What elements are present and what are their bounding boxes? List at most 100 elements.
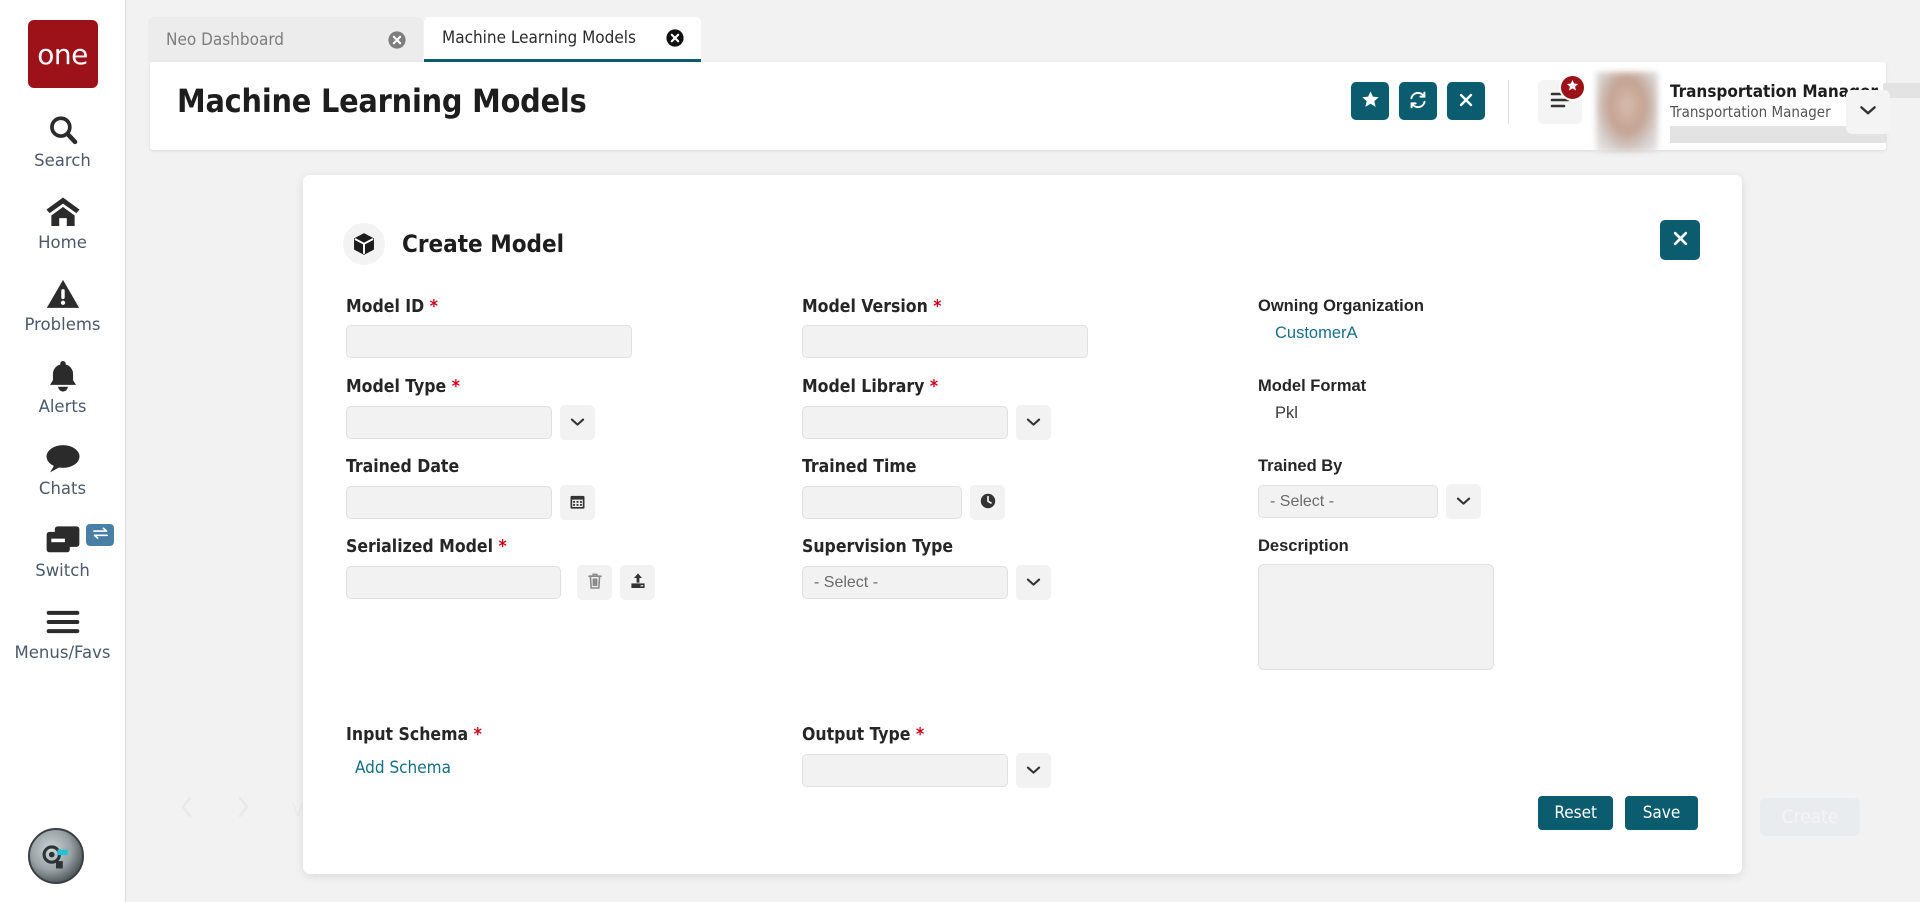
- star-icon: [1566, 79, 1579, 97]
- sidebar-item-search[interactable]: Search: [0, 112, 125, 170]
- field-label: Model Version *: [802, 297, 942, 317]
- header-menu-badge: [1559, 74, 1586, 101]
- close-circle-icon[interactable]: [387, 30, 407, 50]
- sidebar-item-label: Home: [38, 233, 87, 252]
- sidebar-item-menus-favs[interactable]: Menus/Favs: [0, 604, 125, 662]
- calendar-icon: [569, 493, 586, 513]
- chevron-left-icon[interactable]: [180, 796, 194, 823]
- serialized-model-upload-button[interactable]: [620, 565, 655, 600]
- reset-button[interactable]: Reset: [1538, 796, 1613, 830]
- required-marker: *: [429, 297, 438, 317]
- model-format-value: Pkl: [1275, 404, 1298, 422]
- close-page-button[interactable]: [1447, 82, 1485, 120]
- chevron-down-icon: [1456, 494, 1471, 509]
- sidebar-item-alerts[interactable]: Alerts: [0, 358, 125, 416]
- ai-assistant-avatar[interactable]: [28, 828, 84, 884]
- left-navigation-rail: one Search Home Problems Alerts Chats Sw…: [0, 0, 126, 902]
- field-label: Supervision Type: [802, 537, 954, 557]
- page-header: Machine Learning Models Transportation M…: [150, 62, 1920, 152]
- output-type-dropdown-button[interactable]: [1016, 753, 1051, 788]
- field-label: Model Type *: [346, 377, 460, 397]
- dialog-title: Create Model: [402, 230, 565, 258]
- field-trained-time: Trained Time: [802, 457, 1005, 520]
- trained-date-picker-button[interactable]: [560, 485, 595, 520]
- header-action-buttons: [1351, 82, 1485, 120]
- model-version-input[interactable]: [802, 325, 1088, 358]
- favorite-button[interactable]: [1351, 82, 1389, 120]
- field-model-type: Model Type *: [346, 377, 595, 440]
- save-button[interactable]: Save: [1625, 796, 1698, 830]
- supervision-type-dropdown-button[interactable]: [1016, 565, 1051, 600]
- field-owning-organization: Owning Organization CustomerA: [1258, 297, 1424, 343]
- user-menu-caret-button[interactable]: [1846, 90, 1890, 134]
- switch-badge[interactable]: [86, 524, 114, 546]
- user-role: Transportation Manager: [1670, 102, 1831, 121]
- sidebar-item-chats[interactable]: Chats: [0, 440, 125, 498]
- refresh-icon: [1408, 90, 1428, 113]
- field-supervision-type: Supervision Type: [802, 537, 1051, 600]
- field-output-type: Output Type *: [802, 725, 1051, 788]
- header-divider: [1508, 80, 1509, 124]
- trained-date-input[interactable]: [346, 486, 552, 519]
- field-label: Model ID *: [346, 297, 438, 317]
- form-row-3: Trained Date Trained Time Trained By - S…: [346, 457, 1706, 537]
- owning-organization-value[interactable]: CustomerA: [1258, 324, 1424, 343]
- assistant-head-icon: [39, 839, 73, 873]
- serialized-model-input[interactable]: [346, 566, 561, 599]
- refresh-button[interactable]: [1399, 82, 1437, 120]
- form-row-5: Input Schema * Add Schema Output Type *: [346, 725, 1706, 815]
- model-id-input[interactable]: [346, 325, 632, 358]
- sidebar-item-label: Search: [34, 151, 91, 170]
- field-model-format: Model Format Pkl: [1258, 377, 1366, 423]
- cube-icon: [343, 223, 385, 265]
- trained-by-dropdown-button[interactable]: [1446, 484, 1481, 519]
- warning-triangle-icon: [46, 276, 80, 312]
- field-model-version: Model Version *: [802, 297, 1088, 358]
- required-marker: *: [929, 377, 939, 397]
- field-serialized-model: Serialized Model *: [346, 537, 655, 600]
- clock-icon: [979, 492, 997, 513]
- background-create-button: Create: [1760, 798, 1860, 836]
- sidebar-item-label: Menus/Favs: [14, 643, 111, 662]
- trained-time-input[interactable]: [802, 486, 962, 519]
- field-model-id: Model ID *: [346, 297, 632, 358]
- brand-logo[interactable]: one: [27, 20, 98, 88]
- output-type-input[interactable]: [802, 754, 1008, 787]
- user-name: Transportation Manager: [1670, 82, 1920, 102]
- model-library-input[interactable]: [802, 406, 1008, 439]
- supervision-type-input[interactable]: [802, 566, 1008, 599]
- trained-by-input[interactable]: [1258, 485, 1438, 518]
- tab-neo-dashboard[interactable]: Neo Dashboard: [148, 17, 423, 62]
- sidebar-item-label: Problems: [24, 315, 101, 334]
- close-circle-icon[interactable]: [665, 28, 685, 48]
- field-trained-by: Trained By: [1258, 457, 1481, 519]
- required-marker: *: [473, 725, 482, 745]
- chevron-down-icon: [1026, 763, 1041, 778]
- user-profile-menu[interactable]: Transportation Manager Transportation Ma…: [1596, 68, 1920, 156]
- dialog-close-button[interactable]: [1660, 220, 1700, 260]
- serialized-model-delete-button[interactable]: [577, 565, 612, 600]
- dialog-header: Create Model: [343, 223, 564, 265]
- chevron-down-icon: [1859, 103, 1877, 121]
- model-library-dropdown-button[interactable]: [1016, 405, 1051, 440]
- chevron-down-icon: [570, 415, 585, 430]
- home-icon: [45, 194, 81, 230]
- description-textarea[interactable]: [1258, 564, 1494, 670]
- tab-machine-learning-models[interactable]: Machine Learning Models: [424, 17, 701, 62]
- field-label: Trained By: [1258, 457, 1343, 475]
- chevron-right-icon[interactable]: [236, 796, 250, 823]
- field-label: Owning Organization: [1258, 297, 1424, 315]
- add-schema-button[interactable]: Add Schema: [346, 753, 451, 778]
- form-row-2: Model Type * Model Library * Model Forma…: [346, 377, 1706, 457]
- model-type-input[interactable]: [346, 406, 552, 439]
- upload-icon: [629, 572, 647, 593]
- sidebar-item-home[interactable]: Home: [0, 194, 125, 252]
- model-type-dropdown-button[interactable]: [560, 405, 595, 440]
- field-label: Output Type *: [802, 725, 925, 745]
- trained-time-picker-button[interactable]: [970, 485, 1005, 520]
- chevron-down-icon: [1026, 575, 1041, 590]
- sidebar-item-problems[interactable]: Problems: [0, 276, 125, 334]
- sidebar-item-switch[interactable]: Switch: [0, 522, 125, 580]
- required-marker: *: [498, 537, 507, 557]
- field-label: Model Library *: [802, 377, 939, 397]
